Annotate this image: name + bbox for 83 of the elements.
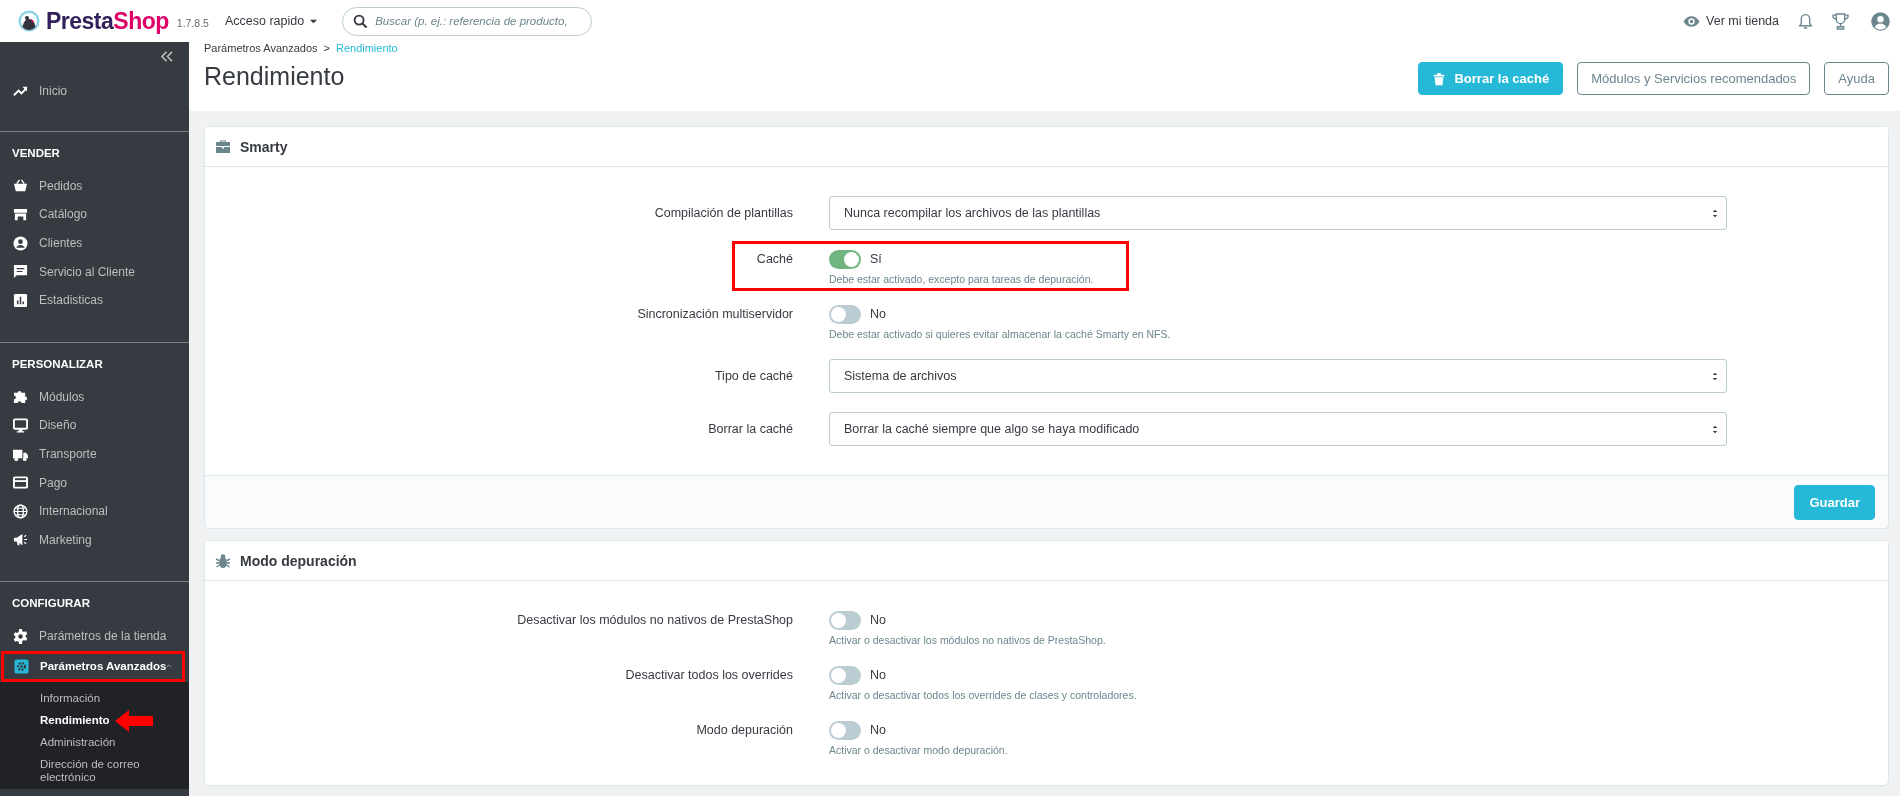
sidebar-item[interactable]: Inicio (0, 77, 189, 106)
switch-state-text: No (870, 307, 886, 321)
header-button[interactable]: Ayuda (1824, 62, 1889, 95)
puzzle-icon (13, 389, 28, 405)
gear-square-icon (14, 658, 29, 674)
sidebar-item[interactable]: Pago (0, 468, 189, 497)
globe-icon (13, 503, 28, 519)
switch-state-text: Sí (870, 252, 882, 266)
sidebar-item[interactable]: Servicio al Cliente (0, 257, 189, 286)
toggle-switch[interactable] (829, 665, 861, 685)
page-title: Rendimiento (204, 62, 346, 91)
submenu-item[interactable]: Información (0, 687, 155, 710)
switch-state-text: No (870, 668, 886, 682)
collapse-icon[interactable] (160, 49, 173, 63)
help-text: Debe estar activado, excepto para tareas de depuración. (829, 273, 1095, 285)
select-field[interactable]: Borrar la caché siempre que algo se haya modificado (829, 412, 1727, 446)
quick-access-menu[interactable]: Acceso rapido (224, 14, 319, 28)
sidebar-item[interactable]: Parámetros de la tienda (0, 622, 189, 651)
sidebar-item[interactable]: Transporte (0, 439, 189, 469)
user-circle-icon (13, 235, 28, 251)
version-text: 1.7.8.5 (176, 17, 209, 29)
help-text: Activar o desactivar todos los overrides de clases y controladores. (829, 689, 1138, 701)
sidebar-item[interactable]: Marketing (0, 525, 189, 555)
sidebar-item[interactable]: Parámetros Avanzados (1, 650, 185, 682)
sidebar-item[interactable]: Catálogo (0, 200, 189, 229)
submenu-item[interactable]: Dirección de correo electrónico (0, 753, 155, 789)
sort-caret-icon (1712, 424, 1718, 434)
search-icon (353, 13, 369, 29)
sidebar-item[interactable]: Pedidos (0, 171, 189, 201)
briefcase-icon (215, 138, 231, 155)
header-button[interactable]: Módulos y Servicios recomendados (1577, 62, 1811, 95)
gear-icon (13, 628, 28, 644)
store-icon (13, 207, 28, 222)
field-label: Borrar la caché (707, 421, 793, 438)
logo-text: PrestaShop (46, 7, 169, 35)
toggle-switch[interactable] (829, 249, 861, 269)
basket-icon (13, 178, 28, 194)
toggle-switch[interactable] (829, 610, 861, 630)
section-heading: PERSONALIZAR (11, 356, 104, 372)
select-field[interactable]: Sistema de archivos (829, 359, 1727, 393)
toggle-switch[interactable] (829, 720, 861, 740)
select-field[interactable]: Nunca recompilar los archivos de las plantillas (829, 196, 1727, 230)
field-label: Desactivar los módulos no nativos de PrestaShop (516, 612, 793, 629)
breadcrumb-separator: > (323, 42, 330, 54)
bar-chart-icon (13, 292, 28, 308)
megaphone-icon (13, 532, 28, 548)
toggle-switch[interactable] (829, 304, 861, 324)
chat-icon (13, 264, 28, 280)
section-heading: VENDER (11, 145, 61, 161)
trash-icon (1432, 71, 1447, 86)
search-field[interactable]: Buscar (p. ej.: referencia de producto, (342, 6, 593, 36)
field-label: Modo depuración (695, 722, 793, 739)
sort-caret-icon (1712, 208, 1718, 218)
trophy-icon[interactable] (1832, 12, 1849, 30)
field-label: Desactivar todos los overrides (624, 667, 793, 684)
submenu-item[interactable]: Rendimiento (0, 709, 155, 732)
switch-state-text: No (870, 613, 886, 627)
sidebar-item[interactable]: Módulos (0, 382, 189, 412)
card-icon (13, 475, 28, 491)
penguin-logo-icon (18, 10, 40, 32)
switch-state-text: No (870, 723, 886, 737)
section-heading: CONFIGURAR (11, 596, 91, 612)
field-label: Tipo de caché (713, 368, 793, 385)
help-text: Activar o desactivar modo depuración. (829, 744, 1009, 756)
sidebar-item[interactable]: Estadisticas (0, 285, 189, 315)
submenu-item[interactable]: Administración (0, 731, 155, 754)
sidebar-item[interactable]: Clientes (0, 228, 189, 258)
user-avatar-icon[interactable] (1871, 11, 1890, 31)
bell-icon[interactable] (1797, 12, 1814, 30)
field-label: Caché (755, 251, 793, 268)
panel-title: Smarty (240, 138, 288, 155)
monitor-icon (13, 417, 28, 433)
help-text: Debe estar activado si quieres evitar almacenar la caché Smarty en NFS. (829, 328, 1172, 340)
breadcrumb-link[interactable]: Parámetros Avanzados (204, 42, 318, 54)
sort-caret-icon (1712, 371, 1718, 381)
view-store-link[interactable]: Ver mi tienda (1683, 12, 1779, 30)
help-text: Activar o desactivar los módulos no nativos de PrestaShop. (829, 634, 1107, 646)
field-label: Sincronización multiservidor (636, 306, 793, 323)
sidebar-item[interactable]: Diseño (0, 411, 189, 440)
bug-icon (215, 552, 231, 569)
sidebar-item[interactable]: Internacional (0, 496, 189, 526)
field-label: Compilación de plantillas (653, 205, 793, 222)
panel-title: Modo depuración (240, 552, 357, 569)
